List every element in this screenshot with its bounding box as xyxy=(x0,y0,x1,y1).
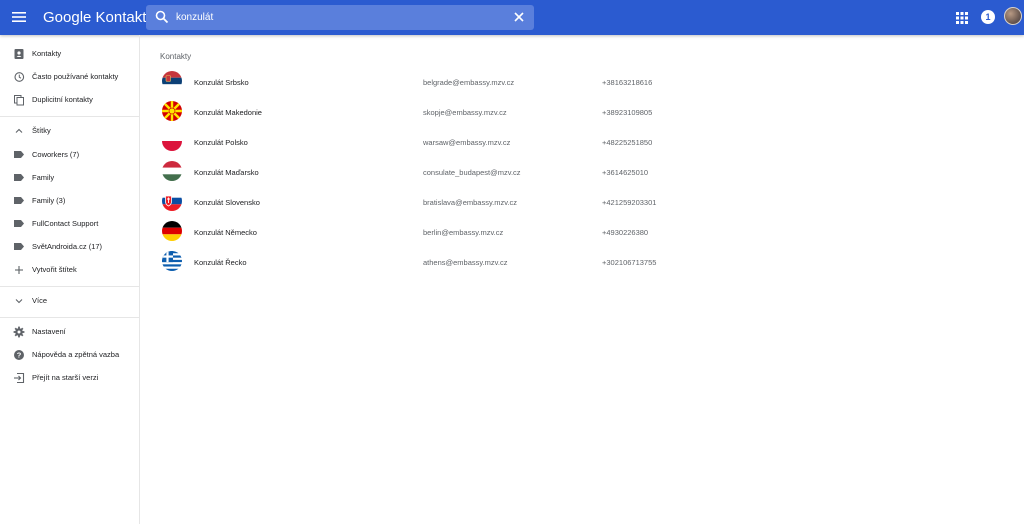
label-icon xyxy=(12,148,25,161)
labels-header[interactable]: Štítky xyxy=(0,120,140,142)
contact-phone[interactable]: +48225251850 xyxy=(602,138,652,147)
sidebar-item-frequent[interactable]: Často používané kontakty xyxy=(0,66,140,88)
contact-row[interactable]: Konzulát Srbsko belgrade@embassy.mzv.cz … xyxy=(150,67,1010,97)
contact-email[interactable]: skopje@embassy.mzv.cz xyxy=(423,108,507,117)
exit-icon xyxy=(12,371,25,384)
gear-icon xyxy=(12,325,25,338)
label-icon xyxy=(12,171,25,184)
sidebar-item-label: Kontakty xyxy=(32,49,62,58)
sidebar-divider xyxy=(0,317,140,318)
sidebar-item-old-version[interactable]: Přejít na starší verzi xyxy=(0,367,140,389)
contact-phone[interactable]: +4930226380 xyxy=(602,228,648,237)
history-icon xyxy=(12,70,25,83)
account-avatar[interactable] xyxy=(1004,7,1022,25)
poland-flag-icon xyxy=(162,131,182,151)
svg-text:?: ? xyxy=(16,350,21,359)
sidebar-item-label: Nápověda a zpětná vazba xyxy=(32,350,120,359)
sidebar-item-label: Nastavení xyxy=(32,327,66,336)
contact-phone[interactable]: +38923109805 xyxy=(602,108,652,117)
labels-header-text: Štítky xyxy=(32,126,51,135)
contact-phone[interactable]: +38163218616 xyxy=(602,78,652,87)
contact-name: Konzulát Slovensko xyxy=(194,198,260,207)
search-bar[interactable] xyxy=(146,5,534,30)
contact-row[interactable]: Konzulát Makedonie skopje@embassy.mzv.cz… xyxy=(150,97,1010,127)
contact-email[interactable]: berlin@embassy.mzv.cz xyxy=(423,228,503,237)
create-label-button[interactable]: Vytvořit štítek xyxy=(0,259,140,281)
create-label-text: Vytvořit štítek xyxy=(32,265,77,274)
sidebar-item-label-family[interactable]: Family xyxy=(0,167,140,189)
chevron-up-icon xyxy=(12,124,25,137)
sidebar-item-label-svetandroida[interactable]: SvětAndroida.cz (17) xyxy=(0,236,140,258)
germany-flag-icon xyxy=(162,221,182,241)
contacts-icon xyxy=(12,47,25,60)
contact-phone[interactable]: +3614625010 xyxy=(602,168,648,177)
sidebar-item-label: FullContact Support xyxy=(32,219,99,228)
sidebar-item-label: SvětAndroida.cz (17) xyxy=(32,242,103,251)
label-icon xyxy=(12,194,25,207)
search-icon[interactable] xyxy=(154,9,170,25)
sidebar-divider xyxy=(0,116,140,117)
sidebar-item-label: Často používané kontakty xyxy=(32,72,119,81)
sidebar-item-label: Family (3) xyxy=(32,196,66,205)
sidebar: Kontakty Často používané kontakty Duplic… xyxy=(0,35,140,524)
plus-icon xyxy=(12,263,25,276)
app-header: Google Kontakty 1 xyxy=(0,0,1024,35)
contact-row[interactable]: Konzulát Maďarsko consulate_budapest@mzv… xyxy=(150,157,1010,187)
contact-name: Konzulát Maďarsko xyxy=(194,168,259,177)
sidebar-item-duplicates[interactable]: Duplicitní kontakty xyxy=(0,89,140,111)
hungary-flag-icon xyxy=(162,161,182,181)
main-menu-button[interactable] xyxy=(8,6,30,28)
sidebar-item-label: Family xyxy=(32,173,55,182)
contact-phone[interactable]: +302106713755 xyxy=(602,258,656,267)
contact-row[interactable]: Konzulát Řecko athens@embassy.mzv.cz +30… xyxy=(150,247,1010,277)
sidebar-item-settings[interactable]: Nastavení xyxy=(0,321,140,343)
hamburger-icon xyxy=(12,12,26,22)
notifications-badge[interactable]: 1 xyxy=(981,10,995,24)
search-input[interactable] xyxy=(176,9,496,26)
greece-flag-icon xyxy=(162,251,182,271)
more-toggle[interactable]: Více xyxy=(0,290,140,312)
chevron-down-icon xyxy=(12,294,25,307)
contact-email[interactable]: athens@embassy.mzv.cz xyxy=(423,258,507,267)
section-title: Kontakty xyxy=(160,52,192,61)
sidebar-item-label: Duplicitní kontakty xyxy=(32,95,93,104)
sidebar-item-help[interactable]: ? Nápověda a zpětná vazba xyxy=(0,344,140,366)
sidebar-item-label-fullcontact[interactable]: FullContact Support xyxy=(0,213,140,235)
sidebar-item-label: Přejít na starší verzi xyxy=(32,373,99,382)
contact-phone[interactable]: +421259203301 xyxy=(602,198,656,207)
more-text: Více xyxy=(32,296,48,305)
label-icon xyxy=(12,217,25,230)
close-icon[interactable] xyxy=(512,10,526,24)
contact-name: Konzulát Řecko xyxy=(194,258,247,267)
sidebar-item-label: Coworkers (7) xyxy=(32,150,80,159)
sidebar-item-contacts[interactable]: Kontakty xyxy=(0,43,140,65)
sidebar-item-label-family-3[interactable]: Family (3) xyxy=(0,190,140,212)
contact-email[interactable]: belgrade@embassy.mzv.cz xyxy=(423,78,514,87)
sidebar-item-label-coworkers[interactable]: Coworkers (7) xyxy=(0,144,140,166)
slovakia-flag-icon xyxy=(162,191,182,211)
contact-name: Konzulát Polsko xyxy=(194,138,248,147)
contact-email[interactable]: consulate_budapest@mzv.cz xyxy=(423,168,521,177)
sidebar-divider xyxy=(0,286,140,287)
contact-row[interactable]: Konzulát Slovensko bratislava@embassy.mz… xyxy=(150,187,1010,217)
contact-row[interactable]: Konzulát Polsko warsaw@embassy.mzv.cz +4… xyxy=(150,127,1010,157)
copy-icon xyxy=(12,93,25,106)
contact-name: Konzulát Srbsko xyxy=(194,78,249,87)
serbia-flag-icon xyxy=(162,71,182,91)
apps-grid-icon[interactable] xyxy=(954,10,970,26)
contact-name: Konzulát Německo xyxy=(194,228,257,237)
contact-email[interactable]: warsaw@embassy.mzv.cz xyxy=(423,138,510,147)
contact-row[interactable]: Konzulát Německo berlin@embassy.mzv.cz +… xyxy=(150,217,1010,247)
contact-email[interactable]: bratislava@embassy.mzv.cz xyxy=(423,198,517,207)
help-icon: ? xyxy=(12,348,25,361)
macedonia-flag-icon xyxy=(162,101,182,121)
app-title[interactable]: Google Kontakty xyxy=(43,9,154,26)
label-icon xyxy=(12,240,25,253)
contact-name: Konzulát Makedonie xyxy=(194,108,262,117)
